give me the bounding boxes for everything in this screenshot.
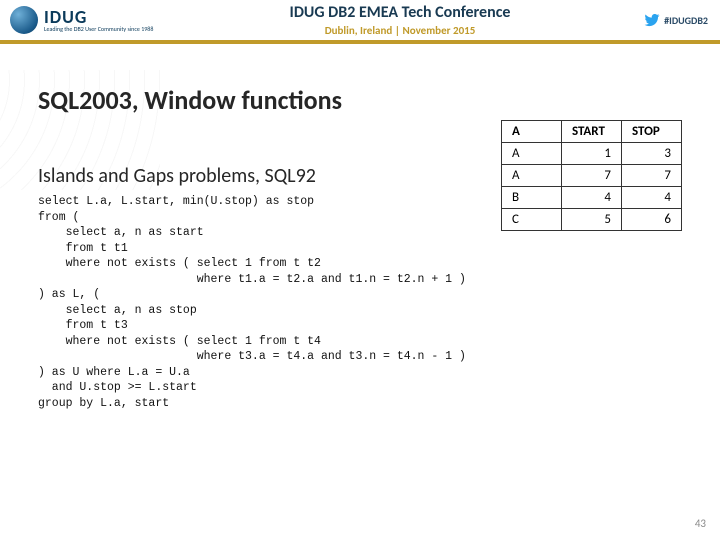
table-header-row: A START STOP (502, 121, 682, 143)
table-header-cell: START (562, 121, 622, 143)
table-cell: B (502, 187, 562, 209)
table-cell: 7 (562, 165, 622, 187)
hashtag-text: #IDUGDB2 (664, 14, 708, 27)
page-title: SQL2003, Window functions (38, 84, 682, 116)
table-header-cell: STOP (622, 121, 682, 143)
logo-sub: Leading the DB2 User Community since 198… (44, 26, 153, 32)
logo-globe-icon (10, 6, 38, 34)
conference-title-block: IDUG DB2 EMEA Tech Conference Dublin, Ir… (200, 3, 600, 37)
hashtag-block: #IDUGDB2 (600, 12, 720, 28)
table-row: A 1 3 (502, 143, 682, 165)
table-cell: A (502, 143, 562, 165)
page-number: 43 (695, 517, 706, 530)
table-cell: A (502, 165, 562, 187)
slide: IDUG Leading the DB2 User Community sinc… (0, 0, 720, 540)
table-cell: 7 (622, 165, 682, 187)
conference-subtitle: Dublin, Ireland | November 2015 (200, 24, 600, 37)
table-row: B 4 4 (502, 187, 682, 209)
table-cell: 4 (622, 187, 682, 209)
twitter-bird-icon (644, 12, 660, 28)
table-cell: 5 (562, 209, 622, 231)
table-row: A 7 7 (502, 165, 682, 187)
top-bar: IDUG Leading the DB2 User Community sinc… (0, 0, 720, 44)
table-cell: 6 (622, 209, 682, 231)
table-cell: 4 (562, 187, 622, 209)
logo-block: IDUG Leading the DB2 User Community sinc… (0, 6, 200, 34)
logo-text-block: IDUG Leading the DB2 User Community sinc… (44, 8, 153, 32)
result-table: A START STOP A 1 3 A 7 7 B 4 4 C 5 6 (501, 120, 682, 231)
table-cell: C (502, 209, 562, 231)
table-header-cell: A (502, 121, 562, 143)
table-cell: 1 (562, 143, 622, 165)
table-cell: 3 (622, 143, 682, 165)
conference-title: IDUG DB2 EMEA Tech Conference (290, 3, 511, 22)
table-row: C 5 6 (502, 209, 682, 231)
logo-main: IDUG (44, 8, 153, 26)
